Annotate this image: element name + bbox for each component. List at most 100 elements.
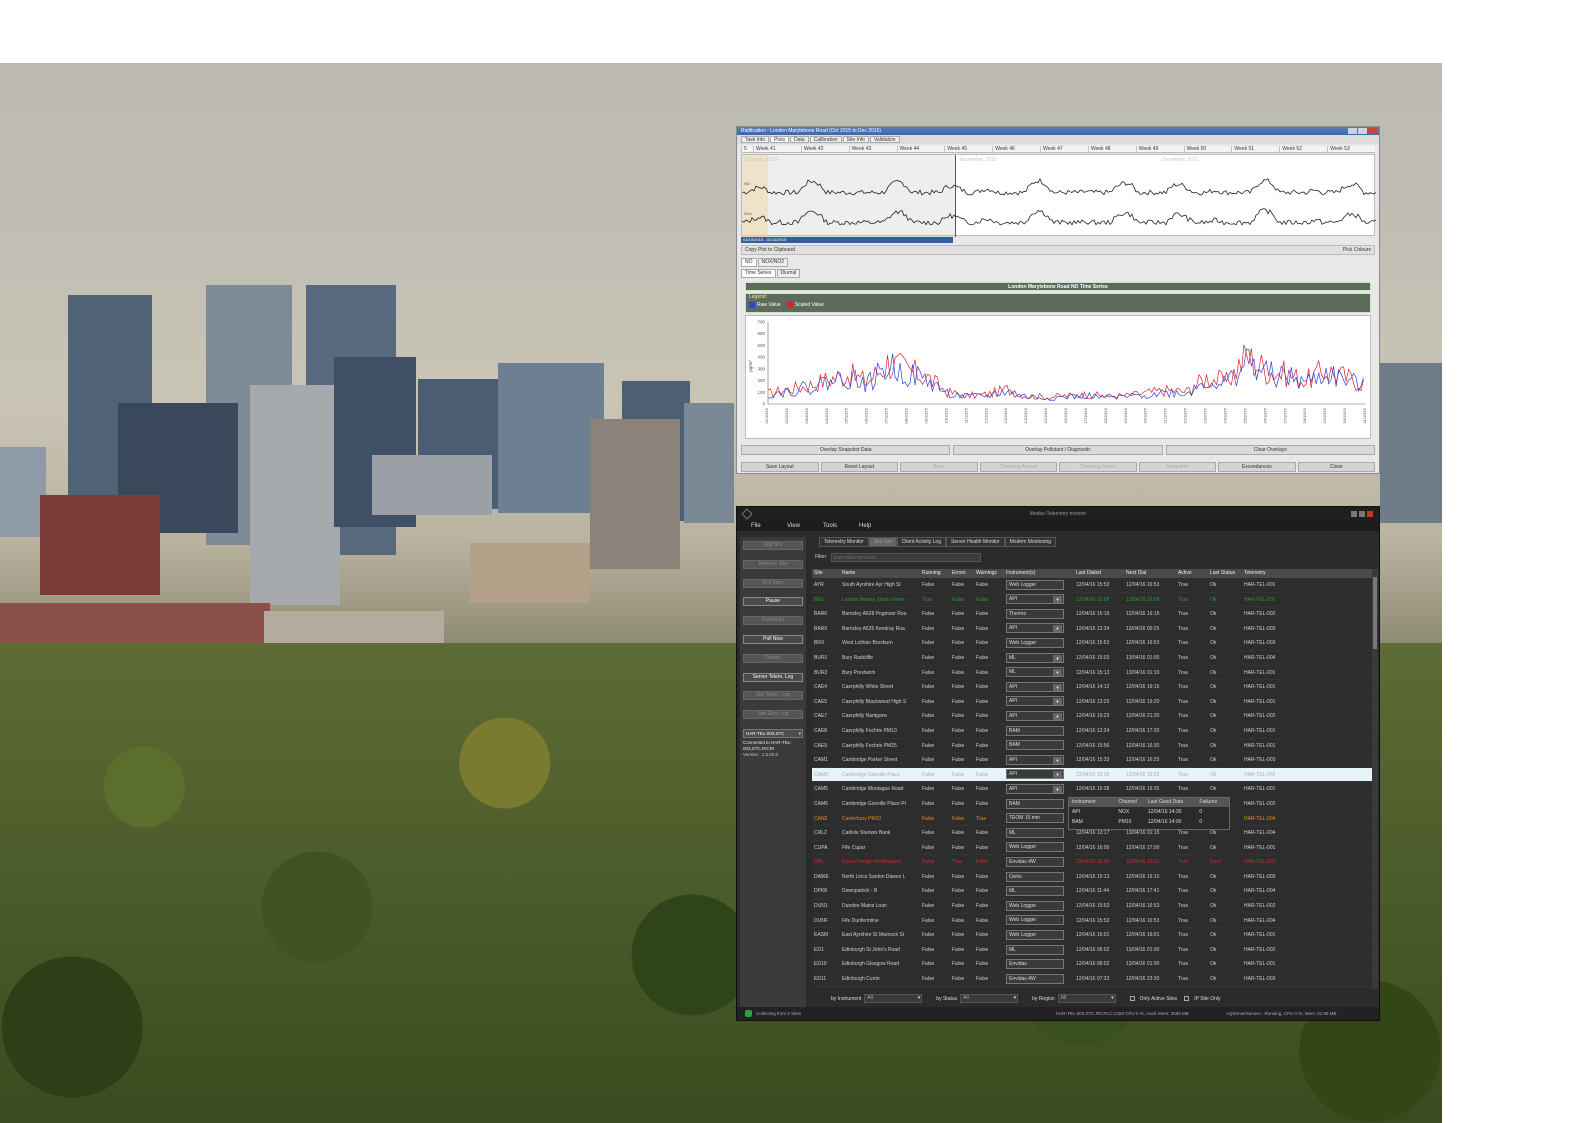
poll-sites-button[interactable]: Poll Sites [743, 578, 803, 588]
column-header[interactable]: Telemetry [1242, 569, 1302, 578]
tab-server-health-monitor[interactable]: Server Health Monitor [946, 537, 1005, 547]
column-header[interactable]: Instrument(s) [1004, 569, 1074, 578]
checking-accept-button[interactable]: Checking Accept [979, 462, 1057, 472]
save-button[interactable]: Save [900, 462, 978, 472]
tab-nox-no2[interactable]: NOX/NO2 [757, 258, 789, 267]
legend-scaled-swatch[interactable] [786, 302, 793, 308]
maximize-button[interactable] [1359, 511, 1365, 517]
instrument-combo[interactable]: Web Logger [1006, 638, 1064, 649]
tab-site-list[interactable]: Site List [868, 537, 897, 547]
tab-task-info[interactable]: Task Info [741, 136, 770, 143]
table-row[interactable]: ED10 Edinburgh Glasgow Road False False Fals… [812, 957, 1374, 973]
column-header[interactable]: Site [812, 569, 840, 578]
instrument-combo[interactable]: Thermo [1006, 608, 1064, 619]
column-header[interactable]: Next Dial [1124, 569, 1176, 578]
dropdown-arrow-icon[interactable]: ▼ [1053, 669, 1062, 677]
server-telem-log-button[interactable]: Server Telem. Log [743, 672, 803, 682]
maximize-button[interactable] [1358, 128, 1367, 134]
table-row[interactable]: BAR6 Barnsley A628 Pogmoor Roa False False F… [812, 607, 1374, 622]
dropdown-arrow-icon[interactable]: ▼ [1053, 785, 1062, 793]
status-filter-select[interactable]: All [960, 994, 1019, 1003]
table-row[interactable]: CAE8 Caerphilly Fochrie PM10 False False Fal… [812, 724, 1374, 739]
table-row[interactable]: DAL Essex Dengie Rd Mayland False True False… [812, 855, 1374, 870]
table-row[interactable]: BRX West Lothian Broxburn False False False W… [812, 636, 1374, 651]
close-button[interactable] [1368, 128, 1377, 134]
table-row[interactable]: DPK8 Downpatrick - B False False False ML 12/0… [812, 884, 1374, 900]
dropdown-arrow-icon[interactable]: ▼ [1053, 596, 1062, 604]
instrument-filter-select[interactable]: All [864, 994, 923, 1003]
column-header[interactable]: Active [1176, 569, 1208, 578]
dropdown-arrow-icon[interactable]: ▼ [1053, 713, 1062, 721]
tab-no[interactable]: NO [741, 258, 757, 267]
table-row[interactable]: DUNF Fife Dunfermline False False False Web L… [812, 914, 1374, 929]
table-row[interactable]: DAWE North Lincs Santon Dawes L False False… [812, 870, 1374, 885]
column-header[interactable]: Running [920, 569, 950, 578]
scrollbar-thumb[interactable] [1373, 577, 1377, 649]
instrument-combo[interactable]: API ▼ [1006, 769, 1064, 780]
details-button[interactable]: Details [743, 653, 803, 663]
remove-site-button[interactable]: Remove Site [743, 559, 803, 569]
pick-colours-button[interactable]: Pick Colours [1340, 247, 1374, 253]
table-row[interactable]: DUN1 Dundee Mains Loan False False False Web … [812, 899, 1374, 914]
table-row[interactable]: CUPA Fife Cupar False False False Web Logger 1… [812, 841, 1374, 856]
dropdown-arrow-icon[interactable]: ▼ [1053, 698, 1062, 706]
poll-now-button[interactable]: Poll Now [743, 634, 803, 644]
overlay-snapshot-button[interactable]: Overlay Snapshot Data [741, 445, 951, 455]
column-header[interactable]: Warnings [974, 569, 1004, 578]
site-error-log-button[interactable]: Site Error Log [743, 710, 803, 720]
instrument-combo[interactable]: Web Logger [1006, 929, 1064, 940]
table-row[interactable]: EASM East Ayrshire St Marnock St False Fals… [812, 928, 1374, 943]
tab-validation[interactable]: Validation [869, 136, 900, 143]
minimize-button[interactable] [1348, 128, 1357, 134]
table-row[interactable]: CAE7 Caerphilly Nantgarw False False False AP… [812, 709, 1374, 724]
tab-site-info[interactable]: Site Info [842, 136, 869, 143]
table-row[interactable]: ED1 Edinburgh St John's Road False False Fal… [812, 943, 1374, 958]
time-series-plot[interactable]: 0 100 200 300 400 500 600 700 µg/m³ 01/10/15 02/10… [745, 315, 1371, 439]
instrument-combo[interactable]: Envidas 4W [1006, 973, 1064, 984]
table-row[interactable]: BUR1 Bury Radcliffe False False False ML ▼ 12/0… [812, 651, 1374, 666]
table-row[interactable]: CAE4 Caerphilly White Street False False Fal… [812, 680, 1374, 695]
save-layout-button[interactable]: Save Layout [741, 462, 819, 472]
close-button[interactable] [1367, 511, 1373, 517]
instrument-combo[interactable]: API ▼ [1006, 783, 1064, 794]
ip-only-checkbox[interactable] [1184, 996, 1190, 1001]
instrument-combo[interactable]: API ▼ [1006, 594, 1064, 605]
dropdown-arrow-icon[interactable]: ▼ [1053, 756, 1062, 764]
clear-overlays-button[interactable]: Clear Overlays [1165, 445, 1375, 455]
instrument-combo[interactable]: BAM [1006, 740, 1064, 751]
overlay-pollutant-button[interactable]: Overlay Pollutant / Diagnostic [953, 445, 1163, 455]
tab-diurnal[interactable]: Diurnal [776, 269, 801, 278]
tab-telemetry-monitor[interactable]: Telemetry Monitor [819, 537, 869, 547]
table-row[interactable]: CAM3 Cambridge Gonville Place False False Fa… [812, 767, 1374, 783]
reset-layout-button[interactable]: Reset Layout [820, 462, 898, 472]
download-button[interactable]: Download [743, 616, 803, 626]
site-telem-log-button[interactable]: Site Telem. Log [743, 691, 803, 701]
instrument-combo[interactable]: ML [1006, 944, 1064, 955]
tab-time-series[interactable]: Time Series [741, 269, 776, 278]
table-row[interactable]: CAM1 Cambridge Parker Street False False Fal… [812, 753, 1374, 768]
table-row[interactable]: BAR9 Barnsley A635 Kendray Roa False False F… [812, 622, 1374, 637]
instrument-combo[interactable]: ML [1006, 886, 1064, 897]
dropdown-arrow-icon[interactable]: ▼ [1053, 771, 1062, 779]
tab-modem-monitoring[interactable]: Modem Monitoring [1004, 537, 1057, 547]
region-filter-select[interactable]: All [1057, 994, 1116, 1003]
tab-data[interactable]: Data [790, 136, 809, 143]
menu-file[interactable]: File [751, 521, 787, 531]
instrument-combo[interactable]: Osiris [1006, 871, 1064, 882]
instrument-combo[interactable]: API ▼ [1006, 754, 1064, 765]
instrument-combo[interactable]: API ▼ [1006, 711, 1064, 722]
menu-help[interactable]: Help [859, 521, 895, 531]
instrument-combo[interactable]: BAM [1006, 798, 1064, 809]
add-site-button[interactable]: Add Site [743, 541, 803, 550]
table-row[interactable]: CAE9 Caerphilly Fochrie PM25 False False Fal… [812, 739, 1374, 754]
menu-tools[interactable]: Tools [823, 521, 859, 531]
instrument-combo[interactable]: Envidas [1006, 959, 1064, 970]
only-active-checkbox[interactable] [1129, 996, 1135, 1001]
instrument-combo[interactable]: TEOM 15 min [1006, 813, 1064, 824]
column-header[interactable]: Errors [950, 569, 974, 578]
table-row[interactable]: CAE5 Caerphilly Blackwood High S False Fals… [812, 695, 1374, 710]
table-row[interactable]: CAM5 Cambridge Montague Road False False Fal… [812, 782, 1374, 797]
exceedances-button[interactable]: Exceedances [1218, 462, 1296, 472]
dropdown-arrow-icon[interactable]: ▼ [1053, 625, 1062, 633]
table-row[interactable]: BUR2 Bury Prestwich False False False ML ▼ 12/0… [812, 666, 1374, 681]
